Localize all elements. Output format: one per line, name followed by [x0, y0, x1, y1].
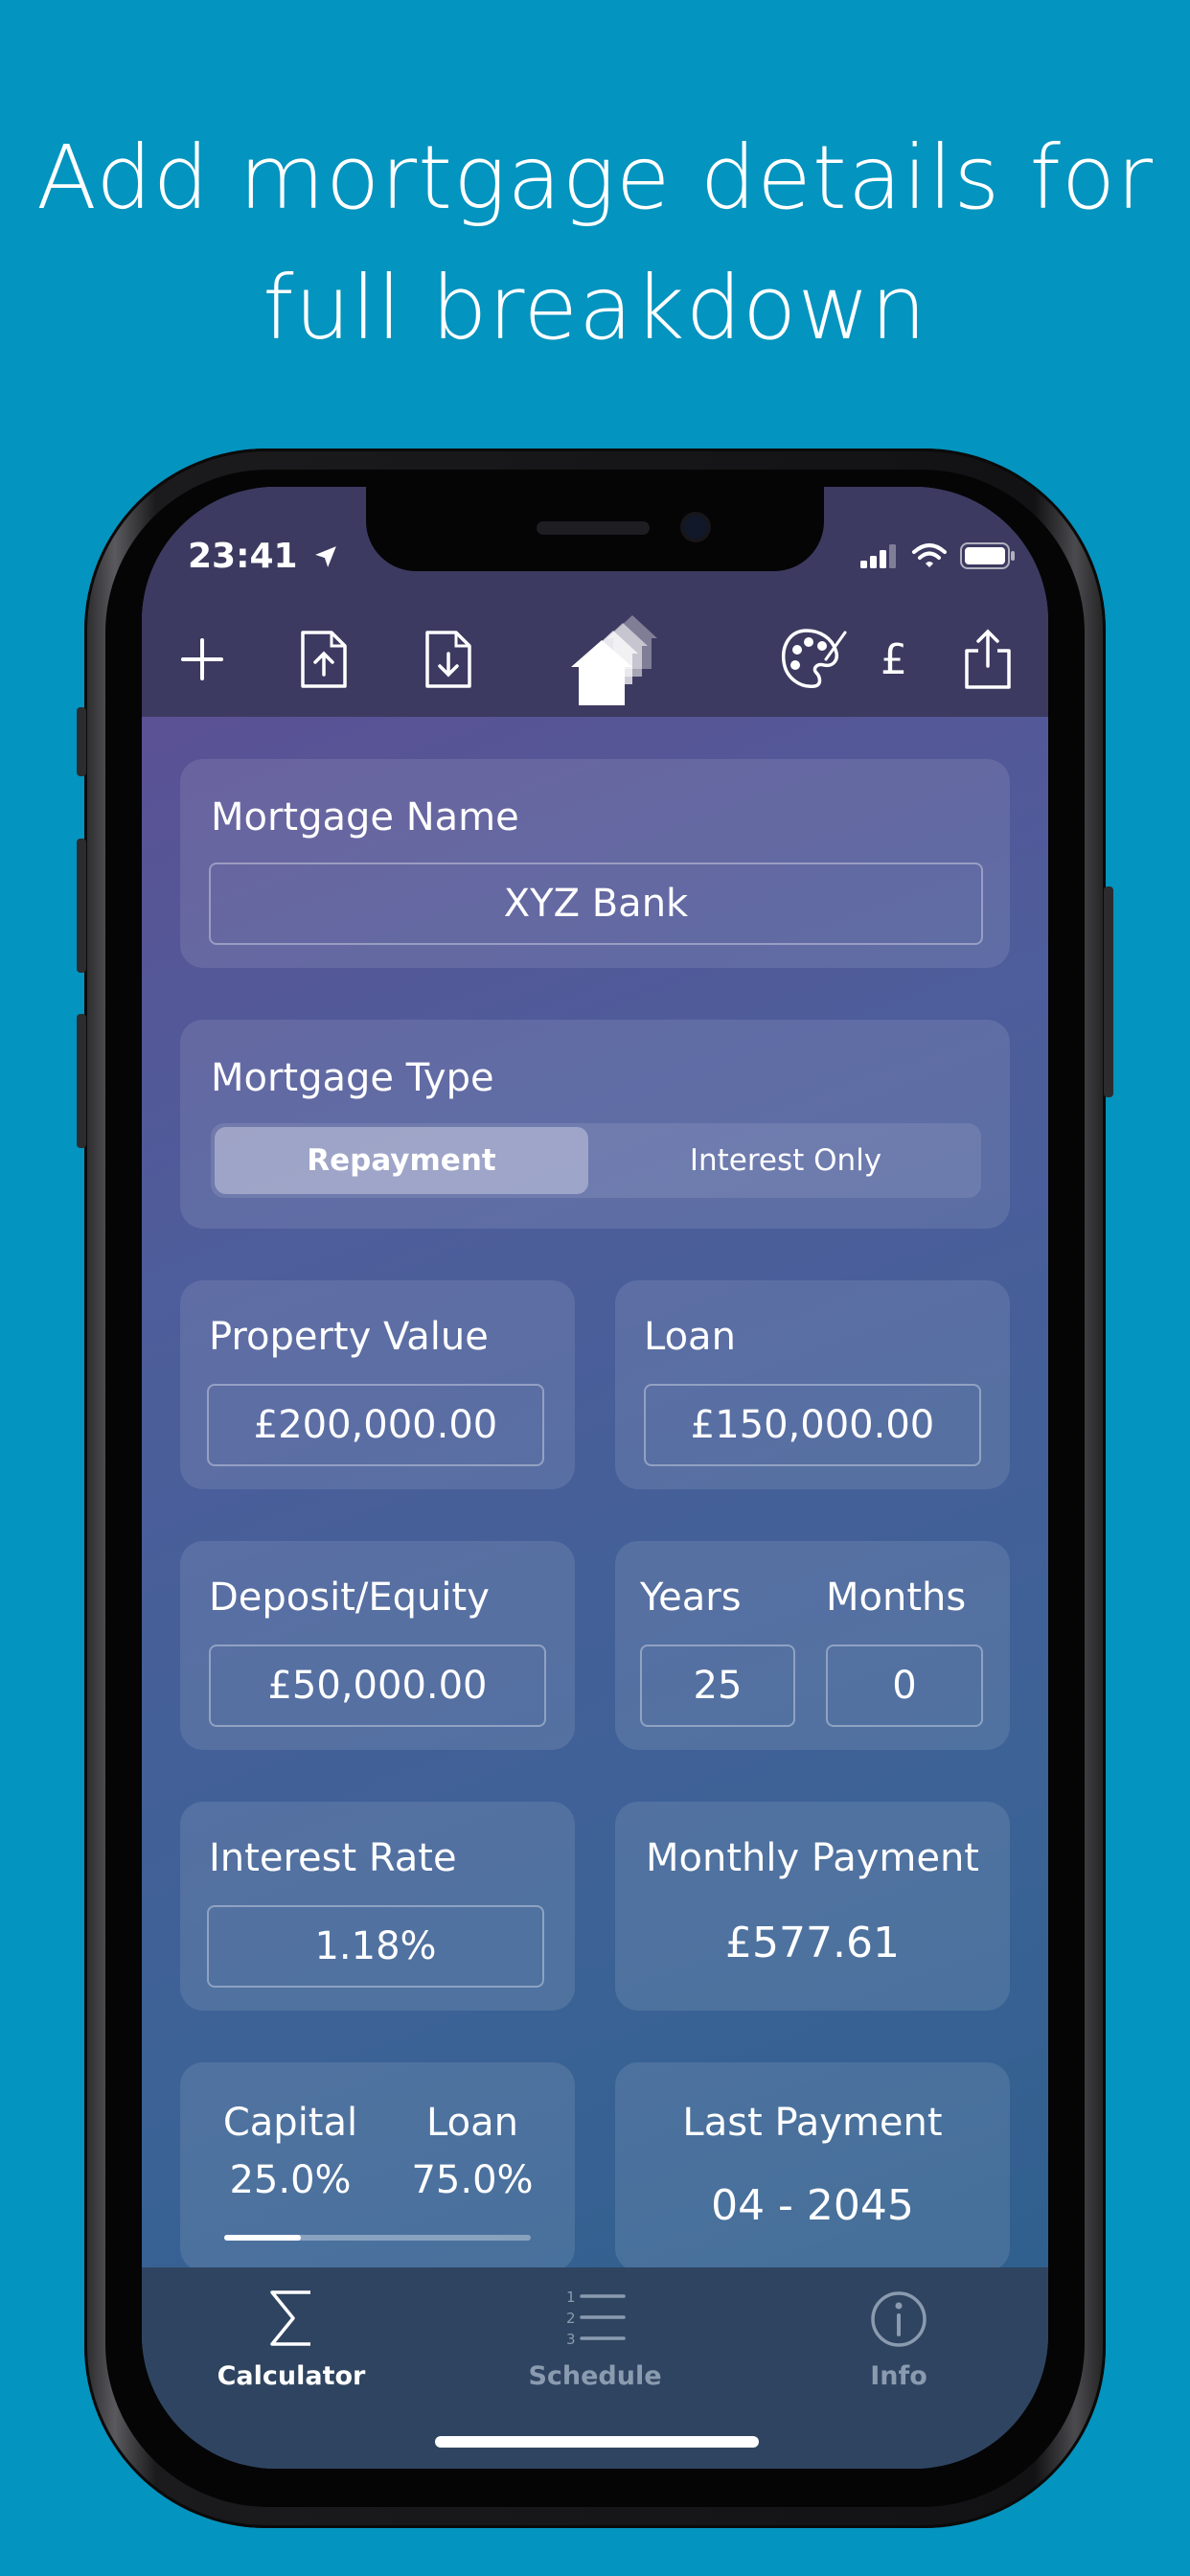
plus-icon [181, 638, 223, 680]
deposit-input[interactable]: £50,000.00 [209, 1644, 546, 1727]
monthly-payment-value: £577.61 [725, 1919, 900, 1967]
loan-card: Loan £150,000.00 [615, 1280, 1010, 1489]
property-value-label: Property Value [209, 1315, 489, 1359]
home-indicator[interactable] [435, 2436, 759, 2448]
last-payment-value: 04 - 2045 [711, 2181, 914, 2230]
last-payment-card: Last Payment 04 - 2045 [615, 2062, 1010, 2271]
years-label: Years [640, 1576, 742, 1620]
months-label: Months [826, 1576, 967, 1620]
capital-progress-track [224, 2235, 531, 2241]
info-icon [871, 2291, 927, 2347]
add-mortgage-button[interactable] [169, 611, 236, 707]
tab-schedule[interactable]: 1 2 3 Schedule [499, 2285, 691, 2391]
svg-text:1: 1 [566, 2288, 576, 2306]
capital-progress-fill [224, 2235, 301, 2241]
file-upload-icon [301, 631, 347, 688]
headline-line-2: full breakdown [263, 257, 927, 359]
tab-calculator-label: Calculator [217, 2361, 366, 2391]
export-file-button[interactable] [290, 611, 357, 707]
mute-switch [77, 707, 86, 776]
capital-loan-ratio-card: Capital Loan 25.0% 75.0% [180, 2062, 575, 2271]
battery-icon [960, 542, 1015, 569]
property-value-input[interactable]: £200,000.00 [207, 1384, 544, 1466]
years-input[interactable]: 25 [640, 1644, 795, 1727]
capital-label: Capital [222, 2101, 358, 2145]
loan-ratio-label: Loan [426, 2101, 518, 2145]
toolbar: £ [142, 611, 1048, 717]
app-screen: 23:41 £ Mortgage Name XYZ Bank Mortgage … [142, 487, 1048, 2469]
currency-button[interactable]: £ [870, 611, 918, 707]
mortgage-type-label: Mortgage Type [211, 1056, 494, 1100]
sigma-icon [270, 2290, 310, 2346]
mortgage-name-label: Mortgage Name [211, 795, 519, 840]
status-time-text: 23:41 [188, 537, 298, 576]
tab-schedule-label: Schedule [528, 2361, 662, 2391]
loan-input[interactable]: £150,000.00 [644, 1384, 981, 1466]
stacked-houses-icon [571, 615, 657, 705]
front-camera [684, 516, 707, 539]
capital-percentage: 25.0% [229, 2158, 352, 2202]
deposit-card: Deposit/Equity £50,000.00 [180, 1541, 575, 1750]
theme-button[interactable] [774, 611, 851, 707]
last-payment-label: Last Payment [682, 2101, 943, 2145]
status-time: 23:41 [188, 537, 338, 576]
import-file-button[interactable] [415, 611, 482, 707]
svg-text:2: 2 [566, 2310, 576, 2327]
mortgage-type-card: Mortgage Type Repayment Interest Only [180, 1020, 1010, 1229]
location-arrow-icon [315, 546, 336, 567]
mortgage-name-input[interactable]: XYZ Bank [209, 862, 983, 945]
numbered-list-icon: 1 2 3 [566, 2288, 626, 2348]
tab-bar: Calculator 1 2 3 Schedule Info [142, 2267, 1048, 2469]
loan-percentage: 75.0% [411, 2158, 534, 2202]
volume-down-button [77, 1014, 86, 1148]
palette-icon [781, 629, 847, 688]
share-icon [965, 629, 1011, 689]
monthly-payment-label: Monthly Payment [646, 1836, 979, 1880]
wifi-icon [912, 543, 947, 567]
tab-info-label: Info [870, 2361, 927, 2391]
loan-label: Loan [644, 1315, 736, 1359]
segment-repayment[interactable]: Repayment [215, 1127, 588, 1194]
term-card: Years Months 25 0 [615, 1541, 1010, 1750]
segment-interest-only[interactable]: Interest Only [594, 1127, 977, 1194]
property-value-card: Property Value £200,000.00 [180, 1280, 575, 1489]
promo-headline: Add mortgage details for full breakdown [0, 113, 1190, 374]
status-indicators [860, 542, 1016, 569]
mortgage-name-card: Mortgage Name XYZ Bank [180, 759, 1010, 968]
share-button[interactable] [954, 611, 1021, 707]
mortgage-type-segmented-control: Repayment Interest Only [211, 1123, 981, 1198]
interest-rate-input[interactable]: 1.18% [207, 1905, 544, 1988]
interest-rate-label: Interest Rate [209, 1836, 457, 1880]
deposit-label: Deposit/Equity [209, 1576, 490, 1620]
speaker [537, 521, 650, 535]
tab-calculator[interactable]: Calculator [195, 2285, 387, 2391]
power-button [1104, 886, 1113, 1097]
volume-up-button [77, 839, 86, 973]
headline-line-1: Add mortgage details for [35, 126, 1155, 229]
cellular-signal-icon [860, 544, 896, 568]
mortgages-list-button[interactable] [565, 611, 680, 707]
monthly-payment-card: Monthly Payment £577.61 [615, 1802, 1010, 2011]
tab-info[interactable]: Info [803, 2285, 995, 2391]
interest-rate-card: Interest Rate 1.18% [180, 1802, 575, 2011]
svg-text:3: 3 [566, 2331, 576, 2348]
file-download-icon [425, 631, 471, 688]
months-input[interactable]: 0 [826, 1644, 983, 1727]
